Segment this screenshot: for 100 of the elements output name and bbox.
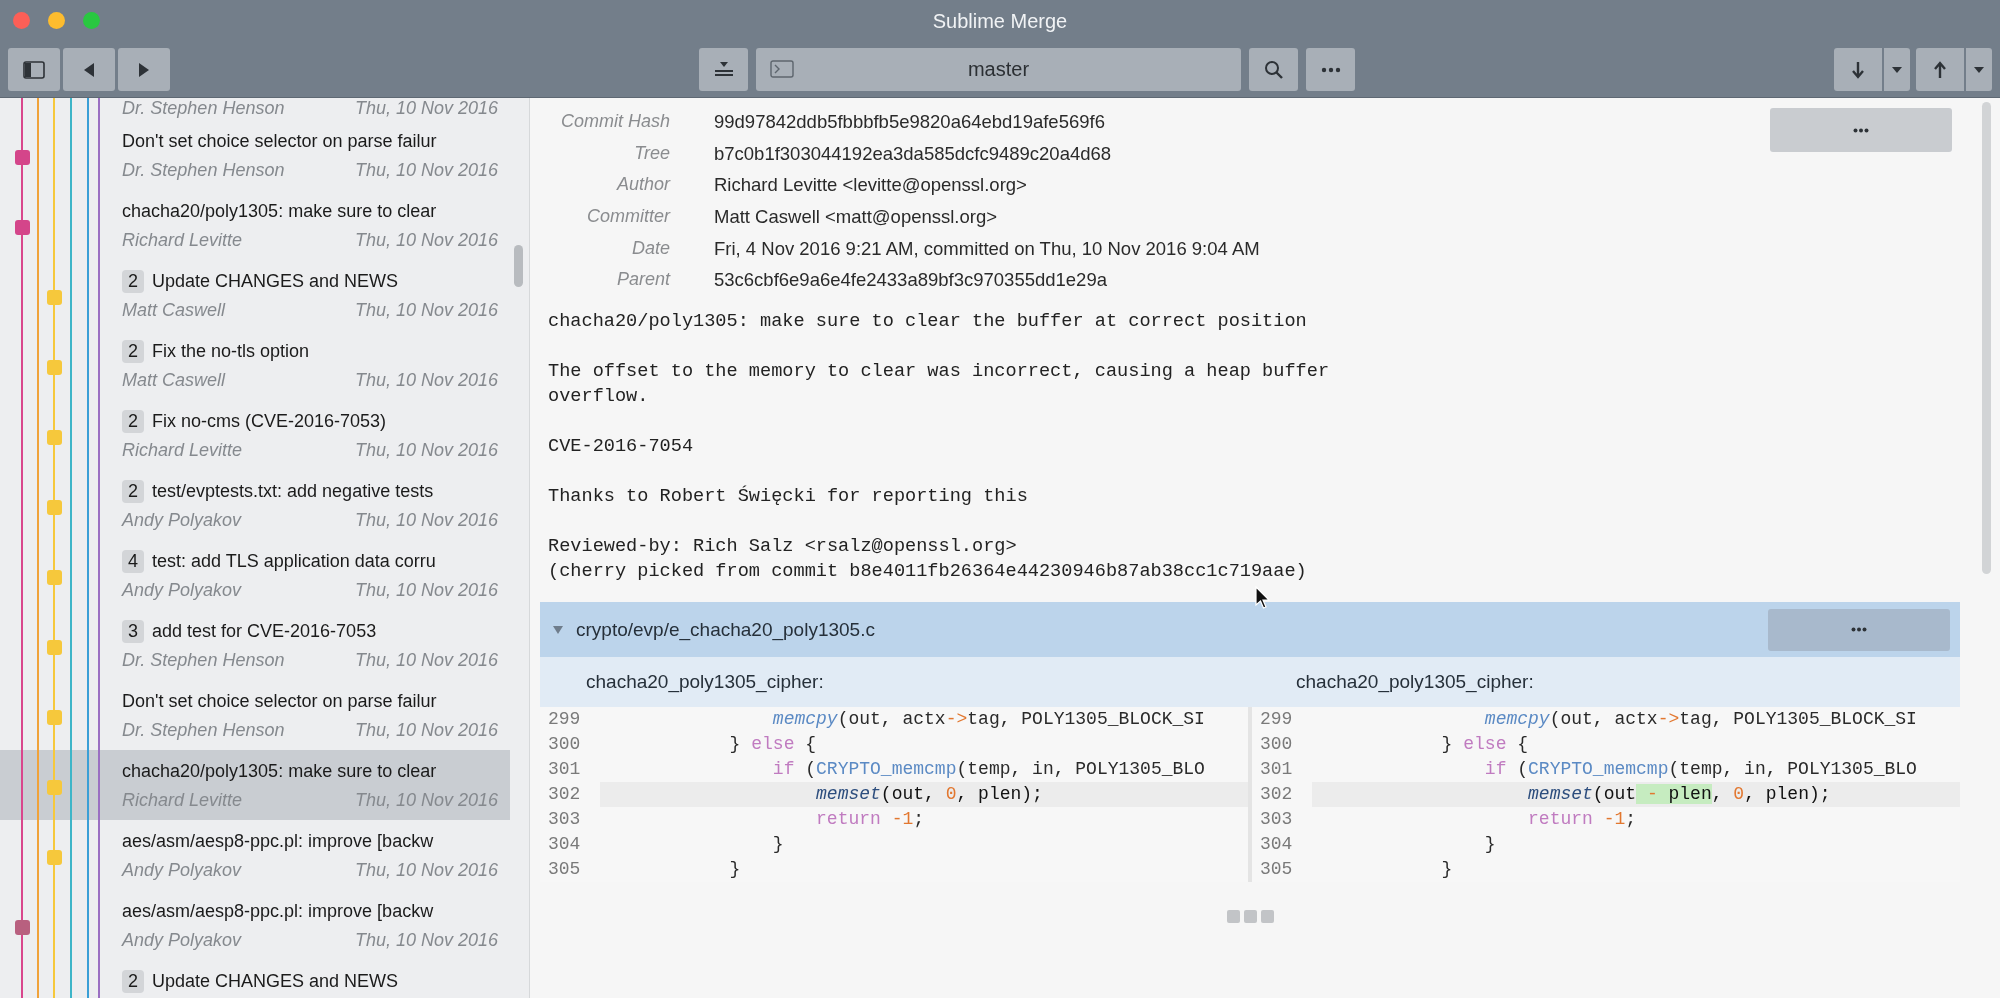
push-menu-button[interactable] <box>1966 48 1992 91</box>
close-button[interactable] <box>13 12 30 29</box>
commit-message-paragraph: The offset to the memory to clear was incorrect, causing a heap buffer overflow. <box>548 360 1330 410</box>
forward-button[interactable] <box>118 48 170 91</box>
branch-field[interactable]: master <box>756 48 1241 91</box>
sidebar-toggle-button[interactable] <box>8 48 60 91</box>
commit-row[interactable]: Don't set choice selector on parse failur Dr. Stephen Henson Thu, 10 Nov 2016 <box>0 120 510 190</box>
line-number: 304 <box>548 833 582 857</box>
pull-button[interactable] <box>1834 48 1882 91</box>
line-number: 303 <box>1260 808 1294 832</box>
file-header[interactable]: crypto/evp/e_chacha20_poly1305.c <box>540 602 1960 658</box>
commit-row[interactable]: 3 add test for CVE-2016-7053 Dr. Stephen Henson Thu, 10 Nov 2016 <box>0 610 510 680</box>
field-label: Tree <box>633 141 670 165</box>
field-label: Committer <box>586 205 670 229</box>
line-number: 300 <box>1260 733 1294 757</box>
code-line: } <box>1483 833 1497 857</box>
more-button[interactable] <box>1306 48 1355 91</box>
zoom-button[interactable] <box>83 12 100 29</box>
commit-row[interactable]: 2 Fix no-cms (CVE-2016-7053) Richard Levitte Thu, 10 Nov 2016 <box>0 400 510 470</box>
count-badge: 2 <box>122 969 144 993</box>
line-number: 305 <box>548 858 582 882</box>
code-line: memcpy(out, actx->tag, POLY1305_BLOCK_SI <box>1483 708 1918 732</box>
square-icon <box>1243 910 1257 924</box>
code-line: } <box>771 833 785 857</box>
commit-message-paragraph: Thanks to Robert Święcki for reporting this <box>548 484 1028 510</box>
commit-row[interactable]: aes/asm/aesp8-ppc.pl: improve [backw Andy Polyakov Thu, 10 Nov 2016 <box>0 820 510 890</box>
commit-row[interactable]: 4 test: add TLS application data corru Andy Polyakov Thu, 10 Nov 2016 <box>0 540 510 610</box>
window-title: Sublime Merge <box>932 9 1068 33</box>
commit-date: Thu, 10 Nov 2016 <box>354 720 498 741</box>
line-number: 305 <box>1260 858 1294 882</box>
commit-date: Thu, 10 Nov 2016 <box>354 580 498 601</box>
expand-context-button[interactable] <box>1226 910 1274 924</box>
stash-button[interactable] <box>699 48 748 91</box>
commit-row[interactable]: 2 test/evptests.txt: add negative tests Andy Polyakov Thu, 10 Nov 2016 <box>0 470 510 540</box>
commit-date: Thu, 10 Nov 2016 <box>354 650 498 671</box>
commit-date: Thu, 10 Nov 2016 <box>354 98 498 119</box>
commit-subject: aes/asm/aesp8-ppc.pl: improve [backw <box>122 900 434 922</box>
commit-subject: add test for CVE-2016-7053 <box>152 620 377 642</box>
commit-row[interactable]: 2 Fix the no-tls option Matt Caswell Thu, 10 Nov 2016 <box>0 330 510 400</box>
up-arrow-icon <box>1933 60 1947 79</box>
commit-date: Thu, 10 Nov 2016 <box>354 300 498 321</box>
down-arrow-icon <box>1851 60 1865 79</box>
count-badge: 2 <box>122 409 144 433</box>
field-label: Commit Hash <box>559 110 670 133</box>
code-line: return -1; <box>1527 808 1638 832</box>
commit-row[interactable]: 2 Update CHANGES and NEWS <box>0 960 510 998</box>
disclosure-triangle-icon[interactable] <box>552 623 564 636</box>
commit-row[interactable]: aes/asm/aesp8-ppc.pl: improve [backw Andy Polyakov Thu, 10 Nov 2016 <box>0 890 510 960</box>
more-button[interactable] <box>1768 608 1950 651</box>
count-badge: 4 <box>122 549 144 573</box>
commit-author: Andy Polyakov <box>122 860 242 881</box>
right-triangle-icon <box>137 61 151 78</box>
commit-row[interactable]: Don't set choice selector on parse failur Dr. Stephen Henson Thu, 10 Nov 2016 <box>0 680 510 750</box>
code-line: } <box>1440 858 1454 882</box>
caret-icon <box>1892 66 1902 73</box>
commit-date: Thu, 10 Nov 2016 <box>354 930 498 951</box>
more-icon <box>1851 627 1867 633</box>
hunk-title: chacha20_poly1305_cipher: <box>586 671 824 694</box>
line-number: 301 <box>548 758 582 782</box>
line-number: 299 <box>548 708 582 732</box>
code-line: } else { <box>1440 733 1530 757</box>
commit-date: Thu, 10 Nov 2016 <box>354 160 498 181</box>
field-value: b7c0b1f303044192ea3da585dcfc9489c20a4d68 <box>714 141 1113 166</box>
sidebar-icon <box>23 60 45 79</box>
commit-author: Matt Caswell <box>122 370 226 391</box>
field-label: Parent <box>615 268 670 292</box>
code-line: if (CRYPTO_memcmp(temp, in, POLY1305_BLO <box>1483 758 1918 782</box>
commit-row[interactable]: 2 Update CHANGES and NEWS Matt Caswell Thu, 10 Nov 2016 <box>0 260 510 330</box>
commit-row[interactable]: chacha20/poly1305: make sure to clear Richard Levitte Thu, 10 Nov 2016 <box>0 750 510 820</box>
commit-subject: Don't set choice selector on parse failur <box>122 130 437 152</box>
field-label: Author <box>615 173 670 197</box>
push-button[interactable] <box>1916 48 1964 91</box>
search-button[interactable] <box>1249 48 1298 91</box>
commit-author: Richard Levitte <box>122 230 243 251</box>
commit-date: Thu, 10 Nov 2016 <box>354 860 498 881</box>
back-button[interactable] <box>63 48 115 91</box>
file-path: crypto/evp/e_chacha20_poly1305.c <box>576 618 875 641</box>
commit-subject: Don't set choice selector on parse failur <box>122 690 437 712</box>
commit-author: Andy Polyakov <box>122 510 242 531</box>
commit-date: Thu, 10 Nov 2016 <box>354 370 498 391</box>
commit-subject: Update CHANGES and NEWS <box>152 270 399 292</box>
commit-message-paragraph: CVE-2016-7054 <box>548 435 694 460</box>
commit-author: Richard Levitte <box>122 790 243 811</box>
line-number: 299 <box>1260 708 1294 732</box>
code-line: } <box>728 858 742 882</box>
code-line: memcpy(out, actx->tag, POLY1305_BLOCK_SI <box>771 708 1206 732</box>
pull-menu-button[interactable] <box>1884 48 1910 91</box>
commit-author: Matt Caswell <box>122 300 226 321</box>
terminal-icon <box>770 60 794 78</box>
commit-row[interactable]: chacha20/poly1305: make sure to clear Richard Levitte Thu, 10 Nov 2016 <box>0 190 510 260</box>
commit-subject: chacha20/poly1305: make sure to clear <box>122 760 437 782</box>
minimize-button[interactable] <box>48 12 65 29</box>
commit-date: Thu, 10 Nov 2016 <box>354 230 498 251</box>
code-line: } else { <box>728 733 818 757</box>
commit-subject: chacha20/poly1305: make sure to clear <box>122 200 437 222</box>
commit-subject: test: add TLS application data corru <box>152 550 436 572</box>
commit-subject: Update CHANGES and NEWS <box>152 970 399 992</box>
commit-author: Dr. Stephen Henson <box>122 98 285 119</box>
square-icon <box>1260 910 1274 924</box>
commit-date: Thu, 10 Nov 2016 <box>354 510 498 531</box>
